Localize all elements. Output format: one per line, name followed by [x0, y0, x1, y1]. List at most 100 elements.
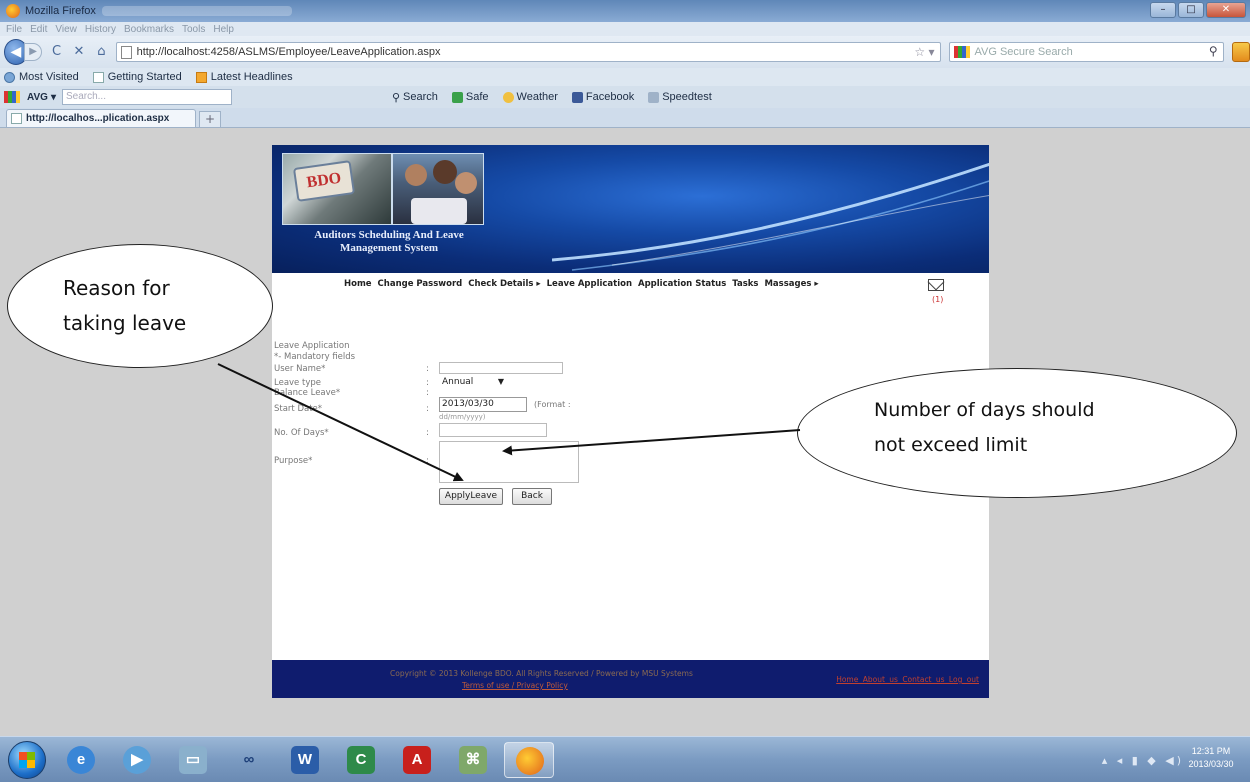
purpose-label: Purpose* — [274, 456, 313, 466]
tab-strip: http://localhos...plication.aspx + — [0, 108, 1250, 128]
bookmark-star-icon[interactable]: ☆ ▾ — [914, 45, 934, 59]
colon: : — [426, 388, 429, 398]
balance-leave-label: Balance Leave* — [274, 388, 341, 398]
bookmark-latest-headlines[interactable]: Latest Headlines — [195, 71, 293, 83]
user-name-label: User Name* — [274, 364, 326, 374]
tab-leave-application[interactable]: http://localhos...plication.aspx — [6, 109, 196, 127]
avg-search-button[interactable]: ⚲ Search — [392, 91, 438, 104]
stop-icon[interactable]: ✕ — [71, 43, 87, 61]
avg-weather-button[interactable]: Weather — [502, 91, 558, 103]
start-button[interactable] — [8, 741, 46, 779]
footer-nav-links[interactable]: Home About us Contact us Log out — [836, 675, 979, 684]
acrobat-icon: A — [403, 746, 431, 774]
app-menu-leave-application[interactable]: Leave Application — [547, 279, 632, 289]
taskbar-firefox[interactable] — [504, 742, 554, 778]
forward-button[interactable]: ▶ — [23, 43, 43, 61]
person-image — [405, 164, 427, 186]
url-bar[interactable]: http://localhost:4258/ASLMS/Employee/Lea… — [115, 42, 942, 62]
app-menu-home[interactable]: Home — [344, 279, 372, 289]
bookmark-most-visited[interactable]: Most Visited — [4, 71, 79, 83]
footer-copyright: Copyright © 2013 Kollenge BDO. All Right… — [390, 669, 693, 678]
bookmark-getting-started[interactable]: Getting Started — [92, 71, 182, 83]
menu-tools[interactable]: Tools — [182, 24, 205, 35]
navigation-toolbar: ◀ ▶ C ✕ ⌂ http://localhost:4258/ASLMS/Em… — [0, 36, 1250, 68]
taskbar-ie[interactable]: e — [56, 742, 106, 778]
avg-brand: AVG — [27, 91, 48, 103]
app-menu-tasks[interactable]: Tasks — [732, 279, 758, 289]
new-tab-button[interactable]: + — [199, 111, 221, 127]
taskbar-media-player[interactable]: ▶ — [112, 742, 162, 778]
avg-search-input[interactable]: Search... — [61, 89, 232, 105]
weather-icon — [502, 91, 514, 103]
menu-file[interactable]: File — [6, 24, 22, 35]
back-button[interactable]: Back — [512, 488, 552, 505]
avg-speedtest-button[interactable]: Speedtest — [648, 91, 712, 103]
avg-tools: ⚲ Search Safe Weather Facebook Speedtest — [392, 91, 712, 104]
taskbar-network[interactable]: ⌘ — [448, 742, 498, 778]
avg-logo[interactable]: AVG ▾ — [4, 91, 56, 103]
taskbar-acrobat[interactable]: A — [392, 742, 442, 778]
start-date-label: Start Date* — [274, 404, 323, 414]
c-app-icon: C — [347, 746, 375, 774]
taskbar-clock[interactable]: 12:31 PM 2013/03/30 — [1186, 745, 1236, 771]
menu-edit[interactable]: Edit — [30, 24, 47, 35]
bookmarks-toolbar: Most Visited Getting Started Latest Head… — [0, 68, 1250, 86]
app-menu-application-status[interactable]: Application Status — [638, 279, 726, 289]
avg-safe-button[interactable]: Safe — [451, 91, 489, 103]
date-format-value: dd/mm/yyyy) — [439, 413, 486, 421]
app-menu-check-details[interactable]: Check Details ▸ — [468, 279, 540, 289]
colon: : — [426, 378, 429, 388]
bookmark-label: Latest Headlines — [210, 71, 293, 83]
menu-bar: File Edit View History Bookmarks Tools H… — [0, 22, 1250, 36]
page-icon — [11, 113, 22, 124]
taskbar-link-app[interactable]: ∞ — [224, 742, 274, 778]
maximize-button[interactable]: □ — [1178, 2, 1204, 18]
close-button[interactable]: ✕ — [1206, 2, 1246, 18]
menu-view[interactable]: View — [55, 24, 77, 35]
footer-policy-links[interactable]: Terms of use / Privacy Policy — [462, 681, 568, 690]
reload-icon[interactable]: C — [48, 43, 64, 61]
app-menu: Home Change Password Check Details ▸ Lea… — [272, 273, 989, 297]
taskbar-word[interactable]: W — [280, 742, 330, 778]
mail-icon[interactable] — [928, 279, 944, 291]
avg-icon — [4, 91, 20, 103]
mandatory-note: *- Mandatory fields — [274, 352, 356, 362]
page-footer: Copyright © 2013 Kollenge BDO. All Right… — [272, 660, 989, 698]
date-format-label: (Format : — [534, 400, 571, 409]
avg-tool-label: Speedtest — [662, 91, 712, 103]
firefox-icon — [516, 747, 544, 775]
window-titlebar: Mozilla Firefox – □ ✕ — [0, 0, 1250, 22]
number-of-days-field[interactable] — [439, 423, 547, 437]
menu-bookmarks[interactable]: Bookmarks — [124, 24, 174, 35]
home-icon[interactable]: ⌂ — [93, 43, 109, 61]
network-icon: ⌘ — [459, 746, 487, 774]
callout-days-line1: Number of days should — [874, 399, 1095, 421]
menu-history[interactable]: History — [85, 24, 116, 35]
window-title: Mozilla Firefox — [25, 5, 96, 17]
search-icon[interactable]: ⚲ — [1209, 44, 1218, 58]
header-banner: BDO Auditors Scheduling And Leave Manage… — [272, 145, 989, 273]
menu-help[interactable]: Help — [213, 24, 234, 35]
taskbar-c-app[interactable]: C — [336, 742, 386, 778]
avg-tool-label: Facebook — [585, 91, 635, 103]
minimize-button[interactable]: – — [1150, 2, 1176, 18]
leave-type-select[interactable]: Annual ▼ — [439, 374, 511, 390]
bookmark-label: Getting Started — [107, 71, 182, 83]
windows-taskbar: e ▶ ▭ ∞ W C A ⌘ ▴ ◂ ▮ ◆ ◀) 12:31 PM 2013… — [0, 736, 1250, 782]
colon: : — [426, 428, 429, 438]
avg-toolbar: AVG ▾ Search... ⚲ Search Safe Weather Fa… — [0, 86, 1250, 108]
start-date-field[interactable]: 2013/03/30 — [439, 397, 527, 412]
purpose-textarea[interactable] — [439, 441, 579, 483]
window-title-blur — [101, 6, 292, 16]
search-input[interactable]: AVG Secure Search ⚲ — [949, 42, 1224, 62]
user-name-field[interactable] — [439, 362, 563, 374]
avg-facebook-button[interactable]: Facebook — [571, 91, 635, 103]
apply-leave-button[interactable]: ApplyLeave — [439, 488, 503, 505]
app-menu-massages[interactable]: Massages ▸ — [764, 279, 818, 289]
taskbar-explorer[interactable]: ▭ — [168, 742, 218, 778]
app-menu-change-password[interactable]: Change Password — [378, 279, 463, 289]
system-tray[interactable]: ▴ ◂ ▮ ◆ ◀) — [1102, 754, 1184, 767]
colon: : — [426, 364, 429, 374]
addon-icon[interactable] — [1231, 42, 1250, 62]
firefox-logo-icon — [6, 4, 20, 18]
